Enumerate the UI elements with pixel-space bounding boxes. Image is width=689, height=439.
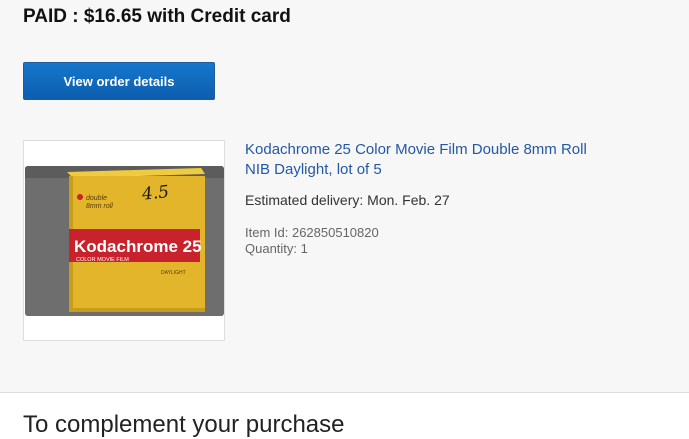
item-thumbnail[interactable]: double 8mm roll 4.5 Kodachrome 25 COLOR … (23, 140, 225, 341)
product-photo: double 8mm roll 4.5 Kodachrome 25 COLOR … (25, 166, 224, 316)
item-quantity: Quantity: 1 (245, 241, 308, 256)
view-order-details-button[interactable]: View order details (23, 62, 215, 100)
daylight-text: DAYLIGHT (161, 270, 186, 276)
item-title-link[interactable]: Kodachrome 25 Color Movie Film Double 8m… (245, 140, 605, 180)
film-subtitle-text: COLOR MOVIE FILM (76, 257, 129, 263)
handwritten-note: 4.5 (140, 182, 170, 205)
order-summary-panel: PAID : $16.65 with Credit card View orde… (0, 0, 689, 392)
section-divider (0, 392, 689, 393)
payment-summary: PAID : $16.65 with Credit card (23, 6, 291, 27)
film-format-text: double (86, 195, 107, 202)
estimated-delivery: Estimated delivery: Mon. Feb. 27 (245, 192, 450, 208)
film-format-text-2: 8mm roll (86, 203, 113, 210)
complement-heading: To complement your purchase (23, 411, 345, 438)
film-brand-text: Kodachrome 25 (74, 237, 202, 256)
item-id: Item Id: 262850510820 (245, 225, 379, 240)
